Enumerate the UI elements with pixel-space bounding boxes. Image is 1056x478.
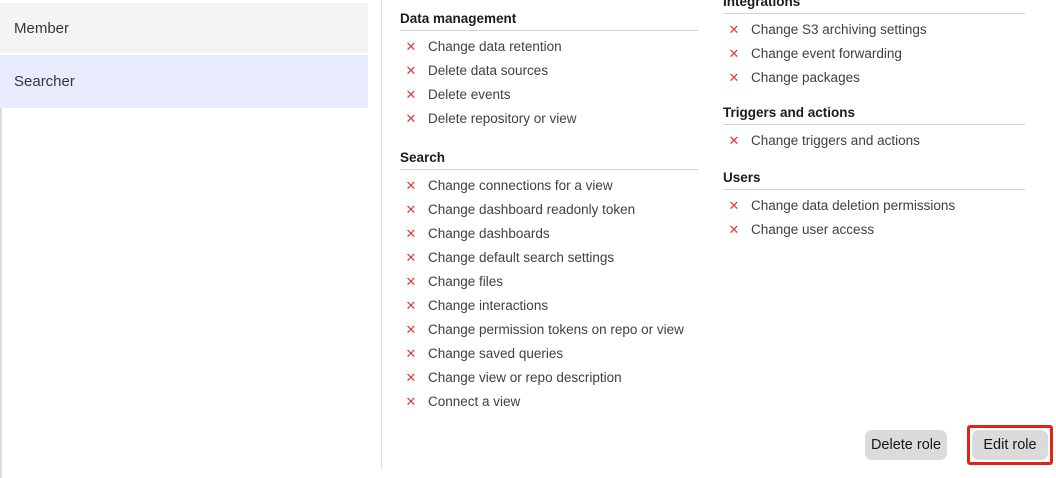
permissions-column-right: Integrations ✕ Change S3 archiving setti… bbox=[723, 0, 1025, 241]
section-triggers-and-actions: Triggers and actions ✕ Change triggers a… bbox=[723, 106, 1025, 152]
section-title: Search bbox=[400, 151, 698, 170]
permission-item: ✕ Change connections for a view bbox=[400, 173, 698, 197]
denied-x-icon: ✕ bbox=[727, 71, 741, 84]
permission-label: Change data retention bbox=[428, 39, 562, 54]
denied-x-icon: ✕ bbox=[404, 64, 418, 77]
denied-x-icon: ✕ bbox=[404, 40, 418, 53]
section-users: Users ✕ Change data deletion permissions… bbox=[723, 171, 1025, 241]
permission-item: ✕ Change data retention bbox=[400, 34, 698, 58]
permission-item: ✕ Change data deletion permissions bbox=[723, 193, 1025, 217]
section-title: Integrations bbox=[723, 0, 1025, 14]
denied-x-icon: ✕ bbox=[727, 47, 741, 60]
denied-x-icon: ✕ bbox=[404, 251, 418, 264]
permission-item: ✕ Change event forwarding bbox=[723, 41, 1025, 65]
permission-item: ✕ Change interactions bbox=[400, 293, 698, 317]
denied-x-icon: ✕ bbox=[404, 203, 418, 216]
permission-list: ✕ Change connections for a view ✕ Change… bbox=[400, 173, 698, 413]
denied-x-icon: ✕ bbox=[404, 112, 418, 125]
permission-item: ✕ Change files bbox=[400, 269, 698, 293]
section-search: Search ✕ Change connections for a view ✕… bbox=[400, 151, 698, 413]
permission-item: ✕ Change dashboards bbox=[400, 221, 698, 245]
annotation-red-box: Edit role bbox=[967, 425, 1053, 465]
permissions-column-left: Data management ✕ Change data retention … bbox=[400, 0, 698, 413]
permission-item: ✕ Change saved queries bbox=[400, 341, 698, 365]
permission-label: Change dashboards bbox=[428, 226, 550, 241]
permission-label: Change view or repo description bbox=[428, 370, 622, 385]
section-title: Triggers and actions bbox=[723, 106, 1025, 125]
permission-item: ✕ Change permission tokens on repo or vi… bbox=[400, 317, 698, 341]
sidebar-item-label: Searcher bbox=[14, 73, 75, 90]
permission-item: ✕ Delete events bbox=[400, 82, 698, 106]
denied-x-icon: ✕ bbox=[404, 371, 418, 384]
denied-x-icon: ✕ bbox=[404, 395, 418, 408]
role-permissions-page: Member Searcher Data management ✕ Change… bbox=[0, 0, 1056, 478]
permission-item: ✕ Change default search settings bbox=[400, 245, 698, 269]
permission-label: Change saved queries bbox=[428, 346, 563, 361]
sidebar-item-label: Member bbox=[14, 20, 69, 37]
permission-label: Change files bbox=[428, 274, 503, 289]
vertical-divider bbox=[381, 0, 382, 470]
denied-x-icon: ✕ bbox=[404, 88, 418, 101]
denied-x-icon: ✕ bbox=[404, 179, 418, 192]
permission-item: ✕ Change user access bbox=[723, 217, 1025, 241]
permission-label: Delete events bbox=[428, 87, 511, 102]
sidebar-item-searcher[interactable]: Searcher bbox=[0, 55, 368, 108]
permission-label: Change default search settings bbox=[428, 250, 614, 265]
denied-x-icon: ✕ bbox=[404, 323, 418, 336]
permission-item: ✕ Change S3 archiving settings bbox=[723, 17, 1025, 41]
permission-item: ✕ Change packages bbox=[723, 65, 1025, 89]
permission-item: ✕ Connect a view bbox=[400, 389, 698, 413]
permission-label: Change dashboard readonly token bbox=[428, 202, 635, 217]
permission-label: Change connections for a view bbox=[428, 178, 613, 193]
permission-item: ✕ Change triggers and actions bbox=[723, 128, 1025, 152]
section-title: Users bbox=[723, 171, 1025, 190]
permission-label: Change user access bbox=[751, 222, 874, 237]
denied-x-icon: ✕ bbox=[727, 23, 741, 36]
permission-list: ✕ Change data retention ✕ Delete data so… bbox=[400, 34, 698, 130]
section-title: Data management bbox=[400, 12, 698, 31]
permission-label: Delete data sources bbox=[428, 63, 548, 78]
permission-label: Change S3 archiving settings bbox=[751, 22, 927, 37]
permission-label: Change packages bbox=[751, 70, 860, 85]
permission-item: ✕ Delete repository or view bbox=[400, 106, 698, 130]
section-data-management: Data management ✕ Change data retention … bbox=[400, 12, 698, 130]
denied-x-icon: ✕ bbox=[404, 299, 418, 312]
denied-x-icon: ✕ bbox=[404, 347, 418, 360]
sidebar-item-member[interactable]: Member bbox=[0, 3, 368, 53]
section-integrations: Integrations ✕ Change S3 archiving setti… bbox=[723, 0, 1025, 89]
permission-item: ✕ Change dashboard readonly token bbox=[400, 197, 698, 221]
permission-label: Connect a view bbox=[428, 394, 520, 409]
permission-list: ✕ Change S3 archiving settings ✕ Change … bbox=[723, 17, 1025, 89]
denied-x-icon: ✕ bbox=[727, 223, 741, 236]
permission-item: ✕ Change view or repo description bbox=[400, 365, 698, 389]
permission-list: ✕ Change triggers and actions bbox=[723, 128, 1025, 152]
permission-label: Change event forwarding bbox=[751, 46, 902, 61]
roles-sidebar: Member Searcher bbox=[0, 0, 368, 108]
delete-role-button[interactable]: Delete role bbox=[865, 430, 947, 460]
edit-role-button[interactable]: Edit role bbox=[972, 430, 1048, 460]
permission-label: Change triggers and actions bbox=[751, 133, 920, 148]
denied-x-icon: ✕ bbox=[404, 275, 418, 288]
permission-label: Delete repository or view bbox=[428, 111, 577, 126]
permission-label: Change permission tokens on repo or view bbox=[428, 322, 684, 337]
permission-list: ✕ Change data deletion permissions ✕ Cha… bbox=[723, 193, 1025, 241]
permission-label: Change interactions bbox=[428, 298, 548, 313]
denied-x-icon: ✕ bbox=[727, 134, 741, 147]
permission-item: ✕ Delete data sources bbox=[400, 58, 698, 82]
left-edge-shadow bbox=[0, 108, 3, 478]
denied-x-icon: ✕ bbox=[727, 199, 741, 212]
permission-label: Change data deletion permissions bbox=[751, 198, 955, 213]
denied-x-icon: ✕ bbox=[404, 227, 418, 240]
